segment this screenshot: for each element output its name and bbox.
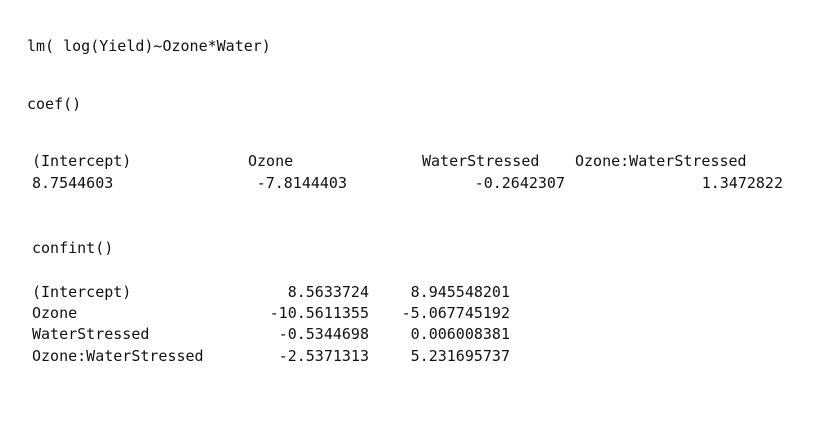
confint-upper: -5.067745192: [401, 304, 510, 322]
coef-value-waterstressed: -0.2642307: [474, 174, 565, 192]
confint-upper: 0.006008381: [410, 325, 510, 343]
coef-header-intercept: (Intercept): [32, 152, 132, 170]
confint-lower: 8.5633724: [287, 283, 369, 301]
coef-header-ozone-waterstressed: Ozone:WaterStressed: [575, 152, 747, 170]
r-console-output: { "model_call": "lm( log(Yield)~Ozone*Wa…: [0, 0, 822, 429]
coef-value-ozone-waterstressed: 1.3472822: [701, 174, 783, 192]
confint-term: (Intercept): [32, 283, 132, 301]
coef-header-waterstressed: WaterStressed: [422, 152, 540, 170]
confint-call: confint(): [32, 239, 114, 257]
confint-term: Ozone: [32, 304, 78, 322]
confint-lower: -2.5371313: [278, 347, 369, 365]
coef-call: coef(): [27, 95, 82, 113]
confint-lower: -0.5344698: [278, 325, 369, 343]
confint-term: Ozone:WaterStressed: [32, 347, 204, 365]
confint-term: WaterStressed: [32, 325, 150, 343]
confint-lower: -10.5611355: [269, 304, 369, 322]
coef-header-ozone: Ozone: [248, 152, 294, 170]
confint-upper: 5.231695737: [410, 347, 510, 365]
coef-value-intercept: 8.7544603: [32, 174, 114, 192]
model-call: lm( log(Yield)~Ozone*Water): [27, 37, 271, 55]
coef-value-ozone: -7.8144403: [256, 174, 347, 192]
confint-upper: 8.945548201: [410, 283, 510, 301]
